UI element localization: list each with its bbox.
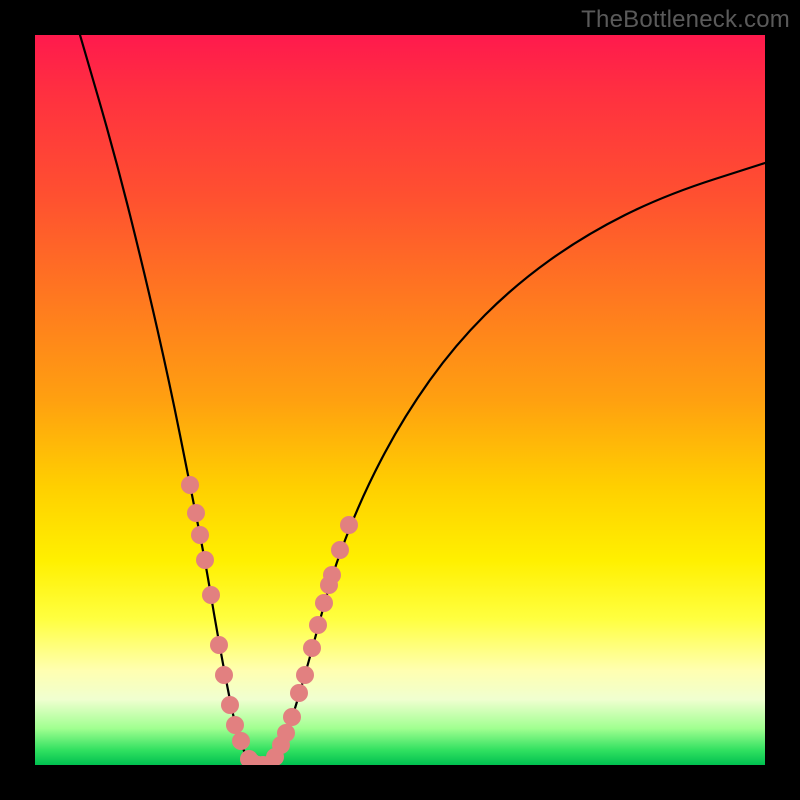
data-point — [202, 586, 220, 604]
left-curve — [80, 35, 253, 765]
data-point — [331, 541, 349, 559]
data-point — [277, 724, 295, 742]
data-point — [296, 666, 314, 684]
data-point — [226, 716, 244, 734]
data-point — [210, 636, 228, 654]
data-point — [315, 594, 333, 612]
data-point — [283, 708, 301, 726]
data-point — [215, 666, 233, 684]
data-point — [303, 639, 321, 657]
chart-svg — [35, 35, 765, 765]
data-point — [232, 732, 250, 750]
plot-area — [35, 35, 765, 765]
data-point — [323, 566, 341, 584]
watermark-label: TheBottleneck.com — [581, 6, 790, 34]
data-point — [340, 516, 358, 534]
right-curve — [270, 163, 765, 765]
chart-frame: TheBottleneck.com — [0, 0, 800, 800]
data-point — [290, 684, 308, 702]
data-point — [309, 616, 327, 634]
data-point — [187, 504, 205, 522]
data-point — [221, 696, 239, 714]
data-point — [191, 526, 209, 544]
data-markers — [181, 476, 358, 765]
data-point — [196, 551, 214, 569]
data-point — [181, 476, 199, 494]
